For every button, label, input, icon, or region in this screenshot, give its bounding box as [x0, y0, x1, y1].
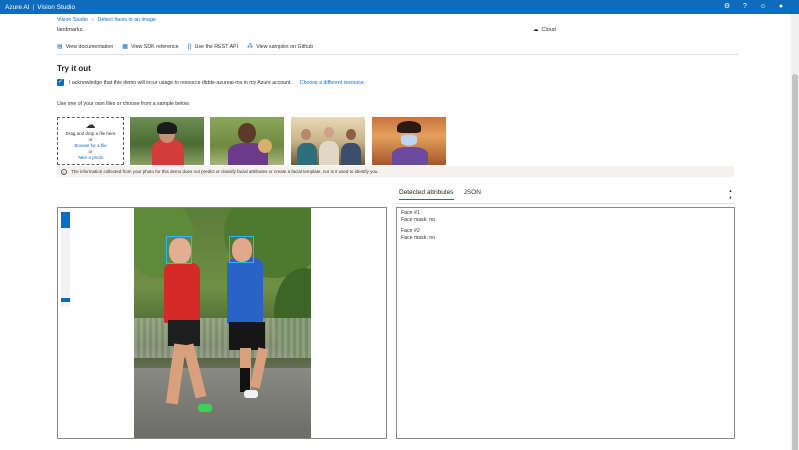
- product-label[interactable]: Vision Studio: [37, 4, 75, 11]
- scroll-up-icon[interactable]: ▲: [727, 187, 734, 194]
- result-scroll-arrows[interactable]: ▲ ▼: [727, 187, 734, 201]
- try-it-out-heading: Try it out: [57, 64, 91, 73]
- acknowledge-row: ✓ I acknowledge that this demo will incu…: [57, 79, 365, 86]
- view-sdk-reference-link[interactable]: ▦ View SDK reference: [122, 43, 179, 51]
- brand-label[interactable]: Azure AI: [5, 4, 30, 11]
- runner-1-shoe: [198, 404, 212, 412]
- tab-json[interactable]: JSON: [464, 189, 481, 200]
- face-attribute: Face mask: no: [401, 235, 436, 241]
- privacy-info-bar: i The information collected from your ph…: [57, 166, 734, 177]
- runner-2-shoe: [244, 390, 258, 398]
- sample-face: [324, 127, 334, 138]
- page-scrollbar[interactable]: [791, 14, 799, 450]
- file-drop-zone[interactable]: ☁ Drag and drop a file here or Browse fo…: [57, 117, 124, 165]
- sample-image-2[interactable]: [210, 117, 284, 165]
- cloud-label: Cloud: [541, 27, 556, 33]
- sample-hair: [397, 121, 421, 133]
- take-photo-link[interactable]: Take a photo: [78, 155, 104, 161]
- description-text: landmarks.: [57, 27, 84, 33]
- tab-detected-attributes[interactable]: Detected attributes: [399, 189, 454, 200]
- preview-photo: [134, 208, 311, 438]
- sample-icon: ⁂: [247, 44, 254, 50]
- detected-attributes-panel: Face #1 Face mask: no Face #2 Face mask:…: [396, 207, 735, 439]
- sample-hair: [157, 122, 177, 134]
- view-documentation-link[interactable]: ▤ View documentation: [57, 43, 114, 51]
- code-icon: ▦: [122, 44, 128, 50]
- sample-person: [392, 147, 428, 165]
- sample-person: [297, 143, 317, 165]
- face-mask-icon: [401, 135, 417, 145]
- braces-icon: {}: [187, 43, 192, 50]
- result-tabs: Detected attributes JSON: [399, 189, 481, 200]
- brand-separator: |: [32, 3, 35, 11]
- sample-image-3[interactable]: [291, 117, 365, 165]
- scroll-down-icon[interactable]: ▼: [727, 194, 734, 201]
- tab-divider: [396, 203, 735, 204]
- acknowledge-checkbox[interactable]: ✓: [57, 79, 64, 86]
- sample-person: [341, 143, 361, 165]
- face-entry-1: Face #1 Face mask: no: [401, 210, 730, 224]
- sample-face: [238, 123, 256, 143]
- resource-links: ▤ View documentation ▦ View SDK referenc…: [57, 43, 314, 51]
- runner-2-shorts: [229, 322, 265, 350]
- info-icon: i: [61, 168, 67, 175]
- breadcrumb-current[interactable]: Detect faces in an image: [98, 17, 156, 23]
- cloud-upload-icon: ☁: [85, 120, 96, 131]
- sample-image-4[interactable]: [372, 117, 446, 165]
- divider: [57, 54, 739, 55]
- acknowledge-text: I acknowledge that this demo will incur …: [69, 79, 292, 86]
- account-icon[interactable]: ●: [777, 3, 785, 11]
- link-label: View samples on Github: [256, 43, 314, 50]
- link-label: View documentation: [65, 43, 114, 50]
- photo-fence: [134, 318, 311, 358]
- document-icon: ▤: [57, 44, 63, 50]
- page-scrollbar-thumb[interactable]: [792, 74, 798, 450]
- face-entry-2: Face #2 Face mask: no: [401, 228, 730, 242]
- runner-2-sock: [240, 368, 250, 392]
- use-own-files-text: Use one of your own files or choose from…: [57, 101, 190, 107]
- feedback-icon[interactable]: ☺: [759, 3, 767, 11]
- photo-road: [134, 368, 311, 438]
- sample-person: [319, 141, 339, 165]
- top-bar: Azure AI | Vision Studio ⚙ ? ☺ ●: [0, 0, 799, 14]
- runner-2-shirt: [227, 258, 263, 324]
- help-icon[interactable]: ?: [741, 3, 749, 11]
- runner-1-shorts: [168, 320, 200, 346]
- face-attribute: Face mask: no: [401, 217, 436, 223]
- choose-resource-link[interactable]: Choose a different resource.: [300, 80, 365, 86]
- cloud-badge: ☁ Cloud: [533, 27, 556, 33]
- face-box-2[interactable]: [229, 236, 254, 263]
- sample-face: [346, 129, 356, 140]
- face-title: Face #1: [401, 210, 420, 216]
- view-samples-github-link[interactable]: ⁂ View samples on Github: [247, 43, 314, 51]
- image-preview-panel: [57, 207, 387, 439]
- use-rest-api-link[interactable]: {} Use the REST API: [188, 43, 239, 50]
- link-label: Use the REST API: [194, 43, 239, 50]
- sample-image-1[interactable]: [130, 117, 204, 165]
- face-title: Face #2: [401, 228, 420, 234]
- sample-object: [258, 139, 272, 153]
- face-list-thumb-1[interactable]: [61, 212, 70, 228]
- breadcrumb-chevron-icon: ›: [91, 17, 94, 23]
- cloud-icon: ☁: [533, 27, 539, 33]
- breadcrumb: Vision Studio › Detect faces in an image: [57, 17, 156, 23]
- sample-face: [301, 129, 311, 140]
- breadcrumb-root[interactable]: Vision Studio: [57, 17, 88, 23]
- face-box-1[interactable]: [166, 236, 192, 264]
- settings-icon[interactable]: ⚙: [723, 3, 731, 11]
- runner-1-shirt: [164, 263, 200, 323]
- privacy-info-text: The information collected from your phot…: [71, 169, 379, 174]
- face-list-thumb-2[interactable]: [61, 298, 70, 302]
- link-label: View SDK reference: [130, 43, 179, 50]
- topbar-icons: ⚙ ? ☺ ●: [723, 0, 785, 14]
